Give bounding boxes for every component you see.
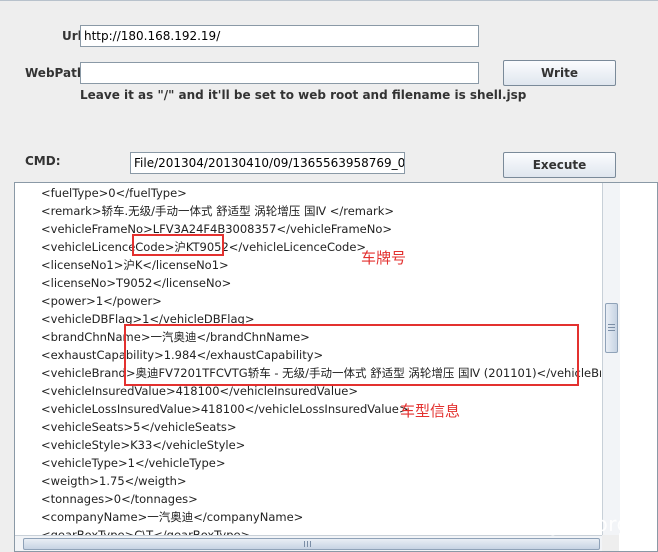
output-line: <vehicleFrameNo>LFV3A24F4B3008357</vehic… [41, 222, 393, 236]
cmd-label: CMD: [25, 154, 61, 168]
output-line: <remark>轿车.无级/手动一体式 舒适型 涡轮增压 国Ⅳ </remark… [41, 204, 395, 218]
grip-line [304, 541, 305, 547]
horizontal-scrollbar[interactable] [15, 535, 602, 551]
output-line: <fuelType>0</fuelType> [41, 186, 187, 200]
scrollbar-corner [602, 535, 619, 551]
grip-line [307, 541, 308, 547]
model-annotation: 车型信息 [400, 402, 461, 420]
url-input[interactable]: http://180.168.192.19/ [80, 25, 479, 47]
grip-line [608, 327, 615, 328]
horizontal-scroll-thumb[interactable] [23, 538, 600, 550]
grip-line [310, 541, 311, 547]
vertical-scrollbar[interactable] [602, 183, 620, 535]
output-line: <tonnages>0</tonnages> [41, 492, 198, 506]
grip-line [608, 324, 615, 325]
watermark: www.wooyun.org [452, 512, 630, 536]
output-line: <weigth>1.75</weigth> [41, 474, 187, 488]
model-highlight-box [124, 324, 579, 386]
webpath-input[interactable] [80, 62, 479, 84]
output-line: <vehicleLicenceCode>沪KT9052</vehicleLice… [41, 240, 367, 254]
output-line: <licenseNo1>沪K</licenseNo1> [41, 258, 229, 272]
output-line: <vehicleSeats>5</vehicleSeats> [41, 420, 237, 434]
output-line: <vehicleType>1</vehicleType> [41, 456, 226, 470]
output-line: <vehicleLossInsuredValue>418100</vehicle… [41, 402, 409, 416]
output-line: <vehicleStyle>K33</vehicleStyle> [41, 438, 246, 452]
webpath-hint: Leave it as "/" and it'll be set to web … [80, 88, 527, 102]
cmd-input[interactable]: File/201304/20130410/09/1365563958769_0.… [130, 152, 405, 174]
grip-line [608, 330, 615, 331]
plate-highlight-box [132, 234, 224, 256]
output-line: <power>1</power> [41, 294, 162, 308]
window-top-border [0, 0, 658, 1]
plate-annotation: 车牌号 [361, 249, 407, 267]
vertical-scroll-thumb[interactable] [605, 303, 618, 353]
output-line: <licenseNo>T9052</licenseNo> [41, 276, 232, 290]
execute-button[interactable]: Execute [503, 152, 616, 178]
write-button[interactable]: Write [503, 60, 616, 86]
